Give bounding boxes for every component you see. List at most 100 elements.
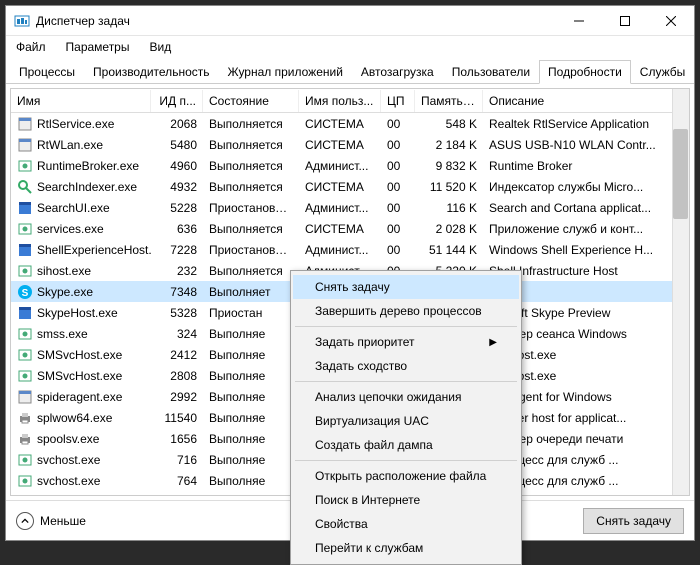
maximize-button[interactable] — [602, 6, 648, 36]
process-pid: 5328 — [151, 304, 203, 322]
col-desc[interactable]: Описание — [483, 90, 689, 112]
menu-view[interactable]: Вид — [145, 38, 175, 56]
process-name: sihost.exe — [37, 264, 91, 278]
process-pid: 2992 — [151, 388, 203, 406]
table-row[interactable]: RtWLan.exe5480ВыполняетсяСИСТЕМА002 184 … — [11, 134, 689, 155]
table-row[interactable]: RtlService.exe2068ВыполняетсяСИСТЕМА0054… — [11, 113, 689, 134]
process-icon — [17, 116, 33, 132]
context-menu-label: Задать сходство — [315, 359, 407, 373]
context-menu-item[interactable]: Поиск в Интернете — [293, 488, 519, 512]
window-title: Диспетчер задач — [36, 14, 556, 28]
scrollbar-track[interactable] — [672, 89, 689, 495]
process-icon — [17, 305, 33, 321]
context-menu-item[interactable]: Снять задачу — [293, 275, 519, 299]
col-mem[interactable]: Память (ч... — [415, 90, 483, 112]
tab-app-history[interactable]: Журнал приложений — [219, 60, 352, 84]
table-row[interactable]: RuntimeBroker.exe4960ВыполняетсяАдминист… — [11, 155, 689, 176]
process-user: Админист... — [299, 199, 381, 217]
context-menu-item[interactable]: Свойства — [293, 512, 519, 536]
context-menu: Снять задачу Завершить дерево процессов За… — [290, 270, 522, 565]
process-icon — [17, 494, 33, 496]
process-pid: 4960 — [151, 157, 203, 175]
tab-services[interactable]: Службы — [631, 60, 694, 84]
fewer-details-button[interactable]: Меньше — [16, 512, 86, 530]
context-menu-item[interactable]: Завершить дерево процессов — [293, 299, 519, 323]
table-header: Имя ИД п... Состояние Имя польз... ЦП Па… — [11, 89, 689, 113]
process-icon — [17, 347, 33, 363]
process-icon — [17, 326, 33, 342]
context-menu-label: Открыть расположение файла — [315, 469, 486, 483]
process-name: SearchUI.exe — [37, 201, 110, 215]
process-state: Приостановле... — [203, 199, 299, 217]
table-row[interactable]: SearchUI.exe5228Приостановле...Админист.… — [11, 197, 689, 218]
process-icon — [17, 410, 33, 426]
process-name: splwow64.exe — [37, 411, 112, 425]
process-icon — [17, 200, 33, 216]
process-name: smss.exe — [37, 327, 88, 341]
process-pid: 232 — [151, 262, 203, 280]
process-state: Выполняет — [203, 283, 299, 301]
process-user: Админист... — [299, 241, 381, 259]
table-row[interactable]: services.exe636ВыполняетсяСИСТЕМА002 028… — [11, 218, 689, 239]
process-icon: S — [17, 284, 33, 300]
menu-file[interactable]: Файл — [12, 38, 50, 56]
context-menu-item[interactable]: Задать приоритет▶ — [293, 330, 519, 354]
close-button[interactable] — [648, 6, 694, 36]
tab-processes[interactable]: Процессы — [10, 60, 84, 84]
process-pid: 2412 — [151, 346, 203, 364]
menu-options[interactable]: Параметры — [62, 38, 134, 56]
context-menu-separator — [295, 326, 517, 327]
svg-text:S: S — [22, 288, 29, 299]
process-user: Админист... — [299, 157, 381, 175]
process-mem: 51 144 K — [415, 241, 483, 259]
process-mem: 2 028 K — [415, 220, 483, 238]
context-menu-item[interactable]: Анализ цепочки ожидания — [293, 385, 519, 409]
process-desc: Индексатор службы Micro... — [483, 178, 689, 196]
col-pid[interactable]: ИД п... — [151, 90, 203, 112]
table-row[interactable]: ShellExperienceHost...7228Приостановле..… — [11, 239, 689, 260]
process-desc: Search and Cortana applicat... — [483, 199, 689, 217]
process-mem: 548 K — [415, 115, 483, 133]
process-name: SMSvcHost.exe — [37, 348, 122, 362]
process-pid: 11540 — [151, 409, 203, 427]
scrollbar-thumb[interactable] — [673, 129, 688, 219]
process-name: svchost.exe — [37, 474, 100, 488]
minimize-button[interactable] — [556, 6, 602, 36]
process-mem: 11 520 K — [415, 178, 483, 196]
context-menu-label: Перейти к службам — [315, 541, 423, 555]
context-menu-item[interactable]: Создать файл дампа — [293, 433, 519, 457]
process-pid: 764 — [151, 472, 203, 490]
process-state: Выполняе — [203, 367, 299, 385]
context-menu-label: Свойства — [315, 517, 368, 531]
context-menu-item[interactable]: Перейти к службам — [293, 536, 519, 560]
context-menu-item[interactable]: Виртуализация UAC — [293, 409, 519, 433]
process-cpu: 00 — [381, 220, 415, 238]
process-state: Выполняе — [203, 472, 299, 490]
tab-startup[interactable]: Автозагрузка — [352, 60, 443, 84]
process-state: Выполняется — [203, 115, 299, 133]
table-row[interactable]: SearchIndexer.exe4932ВыполняетсяСИСТЕМА0… — [11, 176, 689, 197]
context-menu-item[interactable]: Задать сходство — [293, 354, 519, 378]
col-state[interactable]: Состояние — [203, 90, 299, 112]
tab-users[interactable]: Пользователи — [443, 60, 539, 84]
context-menu-item[interactable]: Открыть расположение файла — [293, 464, 519, 488]
end-task-button[interactable]: Снять задачу — [583, 508, 684, 534]
process-desc: Runtime Broker — [483, 157, 689, 175]
col-name[interactable]: Имя — [11, 90, 151, 112]
context-menu-separator — [295, 381, 517, 382]
process-state: Выполняе — [203, 325, 299, 343]
context-menu-label: Снять задачу — [315, 280, 390, 294]
process-icon — [17, 137, 33, 153]
process-state: Выполняе — [203, 409, 299, 427]
process-user: СИСТЕМА — [299, 178, 381, 196]
process-state: Выполняе — [203, 388, 299, 406]
tab-details[interactable]: Подробности — [539, 60, 631, 84]
process-mem: 9 832 K — [415, 157, 483, 175]
col-user[interactable]: Имя польз... — [299, 90, 381, 112]
process-icon — [17, 473, 33, 489]
col-cpu[interactable]: ЦП — [381, 90, 415, 112]
titlebar: Диспетчер задач — [6, 6, 694, 36]
process-mem: 2 184 K — [415, 136, 483, 154]
process-state: Выполняется — [203, 262, 299, 280]
tab-performance[interactable]: Производительность — [84, 60, 218, 84]
